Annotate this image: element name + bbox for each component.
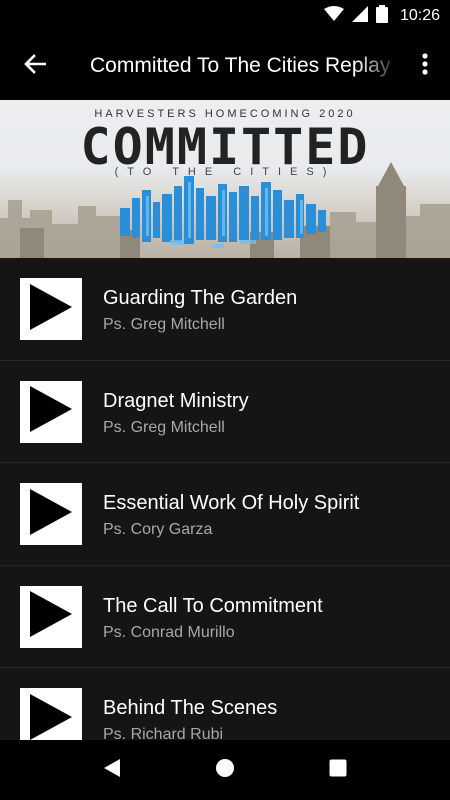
play-icon: [28, 384, 74, 439]
series-banner: HARVESTERS HOMECOMING 2020 COMMITTED (TO…: [0, 100, 450, 258]
play-icon: [28, 282, 74, 337]
nav-back-button[interactable]: [87, 745, 137, 795]
back-button[interactable]: [0, 32, 70, 100]
play-icon: [28, 692, 74, 741]
episode-title: Essential Work Of Holy Spirit: [103, 492, 360, 514]
nav-back-icon: [102, 758, 122, 783]
play-icon: [28, 487, 74, 542]
list-item[interactable]: Behind The Scenes Ps. Richard Rubi: [0, 668, 450, 740]
nav-home-button[interactable]: [200, 745, 250, 795]
episode-list: Guarding The Garden Ps. Greg Mitchell Dr…: [0, 258, 450, 740]
page-title: Committed To The Cities Replay: [90, 54, 391, 77]
episode-title: Guarding The Garden: [103, 287, 298, 309]
system-nav-bar: [0, 740, 450, 800]
arrow-back-icon: [24, 53, 47, 79]
episode-title: Dragnet Ministry: [103, 389, 249, 412]
more-options-button[interactable]: [400, 32, 450, 100]
play-thumbnail[interactable]: [20, 483, 82, 545]
banner-subtitle: (TO THE CITIES): [114, 166, 336, 178]
list-item[interactable]: Dragnet Ministry Ps. Greg Mitchell: [0, 361, 450, 463]
nav-recents-button[interactable]: [313, 745, 363, 795]
list-item[interactable]: Guarding The Garden Ps. Greg Mitchell: [0, 258, 450, 361]
episode-speaker: Ps. Conrad Murillo: [103, 623, 235, 641]
episode-speaker: Ps. Cory Garza: [103, 521, 213, 538]
play-thumbnail[interactable]: [20, 585, 82, 648]
nav-recents-icon: [328, 758, 348, 783]
list-item[interactable]: Essential Work Of Holy Spirit Ps. Cory G…: [0, 463, 450, 566]
episode-speaker: Ps. Greg Mitchell: [103, 316, 225, 333]
cell-signal-icon: [351, 5, 368, 27]
status-bar: 10:26: [0, 0, 450, 32]
play-icon: [28, 589, 74, 644]
status-time: 10:26: [399, 7, 440, 24]
list-item[interactable]: The Call To Commitment Ps. Conrad Murill…: [0, 566, 450, 668]
more-vert-icon: [422, 52, 428, 80]
play-thumbnail[interactable]: [20, 688, 82, 740]
status-icons: 10:26: [323, 4, 440, 28]
app-bar: Committed To The Cities Replay: [0, 32, 450, 100]
episode-title: Behind The Scenes: [103, 697, 278, 719]
play-thumbnail[interactable]: [20, 380, 82, 443]
episode-speaker: Ps. Greg Mitchell: [103, 418, 225, 436]
nav-home-icon: [215, 758, 235, 783]
episode-speaker: Ps. Richard Rubi: [103, 726, 224, 740]
episode-title: The Call To Commitment: [103, 594, 323, 617]
wifi-icon: [323, 5, 344, 27]
battery-icon: [375, 4, 388, 28]
play-thumbnail[interactable]: [20, 278, 82, 340]
